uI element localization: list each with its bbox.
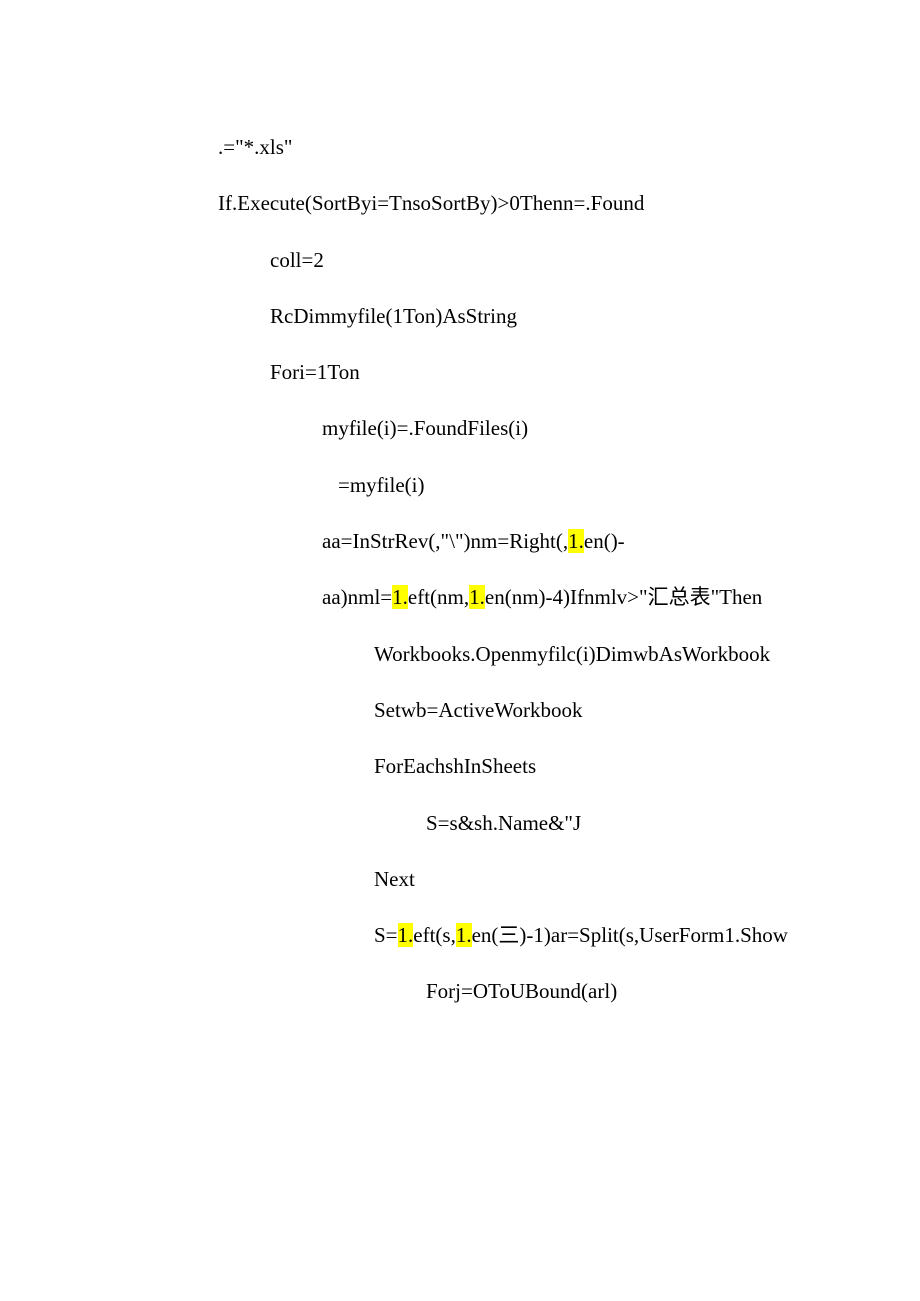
code-line: .="*.xls" [218,134,840,161]
text-segment: myfile(i)=.FoundFiles(i) [322,416,528,440]
code-line: S=s&sh.Name&"J [218,810,840,837]
text-segment: en(三)-1)ar=Split(s,UserForm1.Show [472,923,788,947]
code-line: If.Execute(SortByi=TnsoSortBy)>0Thenn=.F… [218,190,840,217]
code-line: Forj=OToUBound(arl) [218,978,840,1005]
text-segment: =myfile(i) [338,473,424,497]
text-segment: en(nm)-4)Ifnmlv>"汇总表"Then [485,585,762,609]
highlighted-text: 1. [456,923,472,947]
text-segment: Workbooks.Openmyfilc(i)DimwbAsWorkbook [374,642,770,666]
document-body: .="*.xls" If.Execute(SortByi=TnsoSortBy)>… [0,0,920,1006]
text-segment: aa)nml= [322,585,392,609]
text-segment: Setwb=ActiveWorkbook [374,698,582,722]
text-segment: S= [374,923,398,947]
highlighted-text: 1. [568,529,584,553]
text-segment: .="*.xls" [218,135,293,159]
code-line: aa)nml=1.eft(nm,1.en(nm)-4)Ifnmlv>"汇总表"T… [218,584,840,611]
highlighted-text: 1. [469,585,485,609]
code-line: Setwb=ActiveWorkbook [218,697,840,724]
code-line: ForEachshInSheets [218,753,840,780]
text-segment: RcDimmyfile(1Ton)AsString [270,304,517,328]
text-segment: coll=2 [270,248,324,272]
text-segment: Next [374,867,415,891]
code-line: Fori=1Ton [218,359,840,386]
text-segment: aa=InStrRev(,"\")nm=Right(, [322,529,568,553]
highlighted-text: 1. [398,923,414,947]
code-line: Next [218,866,840,893]
text-segment: Forj=OToUBound(arl) [426,979,617,1003]
code-line: aa=InStrRev(,"\")nm=Right(,1.en()- [218,528,840,555]
code-line: Workbooks.Openmyfilc(i)DimwbAsWorkbook [218,641,840,668]
code-line: =myfile(i) [218,472,840,499]
text-segment: Fori=1Ton [270,360,360,384]
text-segment: ForEachshInSheets [374,754,536,778]
code-line: myfile(i)=.FoundFiles(i) [218,415,840,442]
highlighted-text: 1. [392,585,408,609]
text-segment: S=s&sh.Name&"J [426,811,581,835]
text-segment: eft(nm, [408,585,469,609]
text-segment: If.Execute(SortByi=TnsoSortBy)>0Thenn=.F… [218,191,644,215]
code-line: coll=2 [218,247,840,274]
text-segment: en()- [584,529,625,553]
text-segment: eft(s, [413,923,456,947]
code-line: S=1.eft(s,1.en(三)-1)ar=Split(s,UserForm1… [218,922,840,949]
code-line: RcDimmyfile(1Ton)AsString [218,303,840,330]
